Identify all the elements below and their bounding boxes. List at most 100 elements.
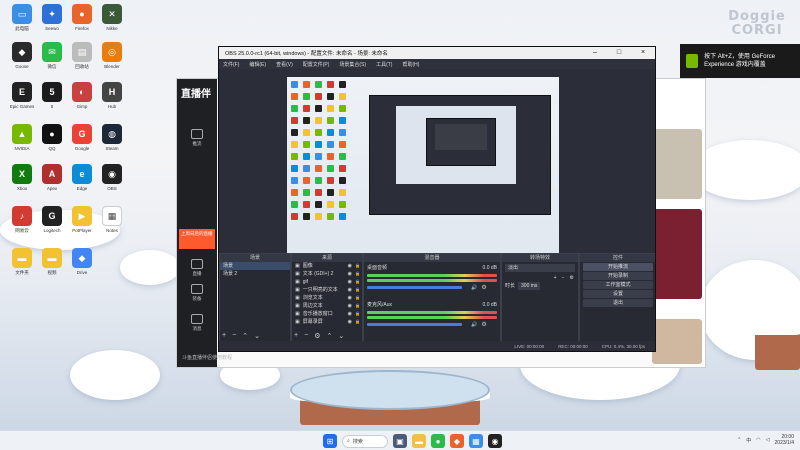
menu-item[interactable]: 配置文件(P) <box>303 61 330 68</box>
eye-icon[interactable]: ◉ <box>348 310 352 318</box>
source-item[interactable]: ▣ 周边文本 ◉ 🔒 <box>292 302 362 310</box>
liveapp-thumbnail[interactable] <box>652 209 702 299</box>
menu-item[interactable]: 场景集合(S) <box>339 61 366 68</box>
liveapp-nav-msg[interactable]: 消息 <box>185 314 209 332</box>
start-button[interactable]: ⊞ <box>323 434 337 448</box>
lock-icon[interactable]: 🔒 <box>355 270 360 278</box>
remove-source-button[interactable]: − <box>304 332 308 340</box>
liveapp-thumbnail[interactable] <box>652 319 702 364</box>
eye-icon[interactable]: ◉ <box>348 318 352 326</box>
lock-icon[interactable]: 🔒 <box>355 286 360 294</box>
desktop-icon[interactable]: ◎ Blender <box>94 42 130 80</box>
desktop-icon[interactable]: ▦ Notes <box>94 206 130 244</box>
eye-icon[interactable]: ◉ <box>348 270 352 278</box>
file-explorer-icon[interactable]: ▬ <box>412 434 426 448</box>
liveapp-tip[interactable]: 斗鱼直播伴侣使用教程 <box>182 354 232 361</box>
sources-dock: 来源 ▣ 图像 ◉ 🔒 ▣ 文本 (GDI+) 2 ◉ 🔒 ▣ gif ◉ 🔒 ▣ 一只明亮的文本 ◉ 🔒 ▣ 浏… <box>291 253 363 343</box>
volume-slider[interactable] <box>367 286 463 289</box>
lock-icon[interactable]: 🔒 <box>355 294 360 302</box>
add-scene-button[interactable]: + <box>222 332 226 340</box>
desktop-icon[interactable]: ◍ Steam <box>94 124 130 162</box>
duration-input[interactable]: 300 ms <box>518 282 541 290</box>
liveapp-nav-stream[interactable]: 推流 <box>185 129 209 147</box>
desktop-icon[interactable]: ✕ Nikke <box>94 4 130 42</box>
add-transition-button[interactable]: + <box>554 274 557 282</box>
wifi-icon[interactable]: ◠ <box>756 437 760 443</box>
add-source-button[interactable]: + <box>294 332 298 340</box>
transition-settings-button[interactable]: ⚙ <box>570 274 574 282</box>
preview-desktop-icon <box>315 117 322 124</box>
eye-icon[interactable]: ◉ <box>348 286 352 294</box>
remove-scene-button[interactable]: − <box>232 332 236 340</box>
menu-item[interactable]: 查看(V) <box>276 61 293 68</box>
tray-chevron-icon[interactable]: ⌃ <box>737 437 741 443</box>
desktop-icon[interactable]: ◆ Drive <box>64 248 100 286</box>
menu-item[interactable]: 工具(T) <box>376 61 392 68</box>
source-item[interactable]: ▣ 音乐播放窗口 ◉ 🔒 <box>292 310 362 318</box>
gear-icon[interactable]: ⚙ <box>481 284 486 291</box>
lock-icon[interactable]: 🔒 <box>355 302 360 310</box>
eye-icon[interactable]: ◉ <box>348 262 352 270</box>
source-item[interactable]: ▣ 文本 (GDI+) 2 ◉ 🔒 <box>292 270 362 278</box>
liveapp-nav-gear[interactable]: 装备 <box>185 284 209 302</box>
liveapp-promo-banner[interactable]: 上周日后的直播 <box>179 229 215 249</box>
close-button[interactable]: × <box>631 47 655 59</box>
volume-icon[interactable]: ◁ <box>766 437 770 443</box>
move-down-button[interactable]: ⌄ <box>254 332 260 340</box>
preview-desktop-icon <box>291 141 298 148</box>
menu-item[interactable]: 文件(F) <box>223 61 239 68</box>
ime-indicator[interactable]: 中 <box>746 437 751 444</box>
scene-item[interactable]: 场景 <box>220 262 290 270</box>
desktop-icon-label: Blender <box>104 64 120 69</box>
start-recording-button[interactable]: 开始录制 <box>583 272 653 280</box>
liveapp-thumbnail[interactable] <box>652 129 702 199</box>
task-view-icon[interactable]: ▣ <box>393 434 407 448</box>
settings-button[interactable]: 设置 <box>583 290 653 298</box>
remove-transition-button[interactable]: − <box>562 274 565 282</box>
eye-icon[interactable]: ◉ <box>348 294 352 302</box>
scene-item[interactable]: 场景 2 <box>220 270 290 278</box>
exit-button[interactable]: 退出 <box>583 299 653 307</box>
eye-icon[interactable]: ◉ <box>348 302 352 310</box>
lock-icon[interactable]: 🔒 <box>355 262 360 270</box>
obs-preview-canvas[interactable] <box>287 77 559 277</box>
maximize-button[interactable]: □ <box>607 47 631 59</box>
eye-icon[interactable]: ◉ <box>348 278 352 286</box>
speaker-icon[interactable]: 🔊 <box>471 322 477 328</box>
lock-icon[interactable]: 🔒 <box>355 310 360 318</box>
volume-slider[interactable] <box>367 323 463 326</box>
desktop-icon[interactable]: ◉ OBS <box>94 164 130 202</box>
menu-item[interactable]: 帮助(H) <box>402 61 419 68</box>
minimize-button[interactable]: – <box>583 47 607 59</box>
move-up-button[interactable]: ⌃ <box>326 332 332 340</box>
studio-mode-button[interactable]: 工作室模式 <box>583 281 653 289</box>
app-icon[interactable]: ◆ <box>450 434 464 448</box>
transition-select[interactable]: 淡出 <box>505 264 575 272</box>
source-item[interactable]: ▣ 图像 ◉ 🔒 <box>292 262 362 270</box>
move-up-button[interactable]: ⌃ <box>242 332 248 340</box>
desktop-icon[interactable]: H Hub <box>94 82 130 120</box>
taskbar-search[interactable]: ⌕ 搜索 <box>342 434 388 448</box>
source-item[interactable]: ▣ gif ◉ 🔒 <box>292 278 362 286</box>
lock-icon[interactable]: 🔒 <box>355 318 360 326</box>
speaker-icon[interactable]: 🔊 <box>471 285 477 291</box>
liveapp-nav-live[interactable]: 直播 <box>185 259 209 277</box>
gear-icon[interactable]: ⚙ <box>481 321 486 328</box>
lock-icon[interactable]: 🔒 <box>355 278 360 286</box>
store-icon[interactable]: ▦ <box>469 434 483 448</box>
chrome-icon[interactable]: ● <box>431 434 445 448</box>
menu-item[interactable]: 编辑(E) <box>249 61 266 68</box>
source-settings-button[interactable]: ⚙ <box>314 332 320 340</box>
stream-icon <box>191 129 203 139</box>
move-down-button[interactable]: ⌄ <box>338 332 344 340</box>
preview-desktop-icon <box>327 129 334 136</box>
start-streaming-button[interactable]: 开始推流 <box>583 263 653 271</box>
obs-window[interactable]: OBS 25.0.0-rc1 (64-bit, windows) - 配置文件:… <box>218 46 656 352</box>
clock[interactable]: 20:00 2023/1/4 <box>775 434 794 446</box>
source-item[interactable]: ▣ 屏幕录屏 ◉ 🔒 <box>292 318 362 326</box>
obs-taskbar-icon[interactable]: ◉ <box>488 434 502 448</box>
source-item[interactable]: ▣ 一只明亮的文本 ◉ 🔒 <box>292 286 362 294</box>
source-item[interactable]: ▣ 浏览文本 ◉ 🔒 <box>292 294 362 302</box>
obs-titlebar[interactable]: OBS 25.0.0-rc1 (64-bit, windows) - 配置文件:… <box>219 47 655 59</box>
nvidia-overlay-toast[interactable]: 按下 Alt+Z，使用 GeForce Experience 游戏内覆盖 <box>680 44 800 78</box>
